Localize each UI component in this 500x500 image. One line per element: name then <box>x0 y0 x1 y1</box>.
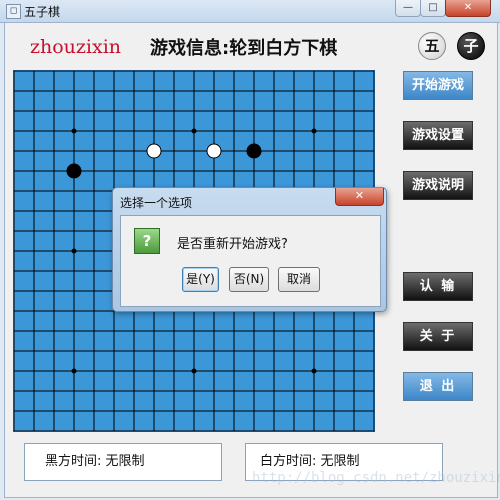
dialog-body: ? 是否重新开始游戏? 是(Y) 否(N) 取消 <box>120 215 381 307</box>
author-label: zhouzixin <box>30 36 122 58</box>
white-stone <box>206 143 222 159</box>
star-point <box>311 128 317 134</box>
white-stone <box>146 143 162 159</box>
dialog-close-button[interactable]: ✕ <box>335 188 384 206</box>
star-point <box>191 128 197 134</box>
title-bar: ◻ 五子棋 — □ ✕ <box>0 0 500 23</box>
dialog-title: 选择一个选项 <box>120 196 193 210</box>
yes-button[interactable]: 是(Y) <box>182 267 219 292</box>
resign-button[interactable]: 认 输 <box>403 272 473 301</box>
star-point <box>311 368 317 374</box>
question-icon: ? <box>134 228 160 254</box>
about-button[interactable]: 关 于 <box>403 322 473 351</box>
wu-badge-icon: 五 <box>418 32 446 60</box>
no-button[interactable]: 否(N) <box>229 267 269 292</box>
game-status: 游戏信息:轮到白方下棋 <box>150 38 338 59</box>
black-stone <box>66 163 82 179</box>
star-point <box>71 248 77 254</box>
minimize-button[interactable]: — <box>395 0 421 17</box>
confirm-dialog: 选择一个选项 ✕ ? 是否重新开始游戏? 是(Y) 否(N) 取消 <box>112 187 387 312</box>
star-point <box>71 368 77 374</box>
start-game-button[interactable]: 开始游戏 <box>403 71 473 100</box>
watermark: http://blog.csdn.net/zhouzixin053 <box>252 470 500 486</box>
star-point <box>71 128 77 134</box>
game-help-button[interactable]: 游戏说明 <box>403 171 473 200</box>
game-settings-button[interactable]: 游戏设置 <box>403 121 473 150</box>
app-icon: ◻ <box>6 4 21 19</box>
cancel-button[interactable]: 取消 <box>278 267 320 292</box>
exit-button[interactable]: 退 出 <box>403 372 473 401</box>
dialog-message: 是否重新开始游戏? <box>177 237 288 252</box>
black-stone <box>246 143 262 159</box>
black-timer: 黑方时间: 无限制 <box>24 443 222 481</box>
star-point <box>191 368 197 374</box>
close-button[interactable]: ✕ <box>445 0 491 17</box>
window-title: 五子棋 <box>24 5 61 19</box>
zi-badge-icon: 子 <box>457 32 485 60</box>
maximize-button[interactable]: □ <box>420 0 446 17</box>
